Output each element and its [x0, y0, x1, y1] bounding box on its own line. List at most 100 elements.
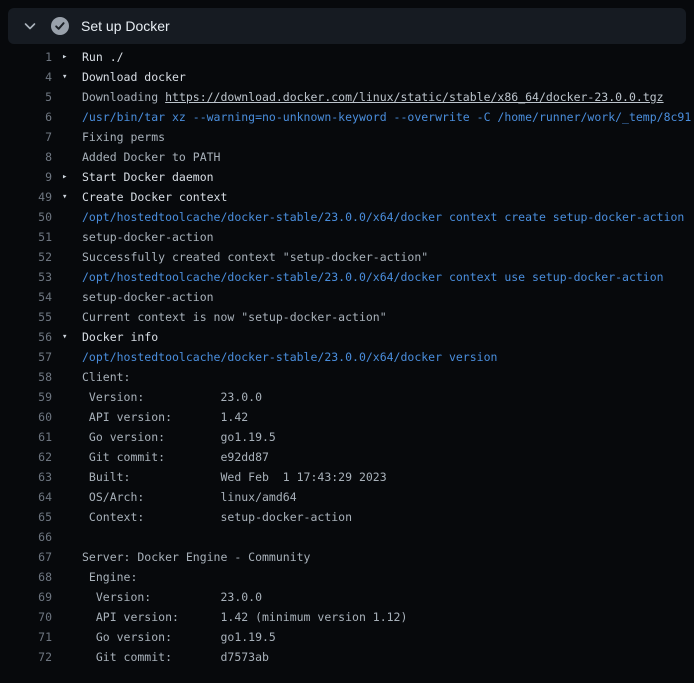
- chevron-right-icon[interactable]: ▸: [62, 167, 74, 187]
- download-url-link[interactable]: https://download.docker.com/linux/static…: [165, 90, 664, 104]
- log-line-text: Server: Docker Engine - Community: [82, 547, 310, 567]
- line-number[interactable]: 68: [0, 567, 52, 587]
- line-number[interactable]: 71: [0, 627, 52, 647]
- log-line-text: Engine:: [82, 567, 137, 587]
- log-line: 72 Git commit: d7573ab: [0, 647, 694, 667]
- log-line: 61 Go version: go1.19.5: [0, 427, 694, 447]
- log-line: 7 Fixing perms: [0, 127, 694, 147]
- check-circle-icon: [51, 17, 69, 35]
- line-number[interactable]: 56: [0, 327, 52, 347]
- line-number[interactable]: 50: [0, 207, 52, 227]
- log-line-text: Fixing perms: [82, 127, 165, 147]
- line-number[interactable]: 65: [0, 507, 52, 527]
- log-line: 68 Engine:: [0, 567, 694, 587]
- log-output: 1 ▸ Run ./ 4 ▾ Download docker 5 Downloa…: [0, 47, 694, 667]
- log-line-text: /opt/hostedtoolcache/docker-stable/23.0.…: [82, 347, 497, 367]
- line-number[interactable]: 58: [0, 367, 52, 387]
- line-number[interactable]: 69: [0, 587, 52, 607]
- log-line-text: Version: 23.0.0: [82, 587, 262, 607]
- log-line-text: OS/Arch: linux/amd64: [82, 487, 297, 507]
- line-number[interactable]: 54: [0, 287, 52, 307]
- log-line: 4 ▾ Download docker: [0, 67, 694, 87]
- line-number[interactable]: 6: [0, 107, 52, 127]
- log-line-text: Docker info: [82, 327, 158, 347]
- log-line: 63 Built: Wed Feb 1 17:43:29 2023: [0, 467, 694, 487]
- log-line-text: /usr/bin/tar xz --warning=no-unknown-key…: [82, 107, 691, 127]
- line-number[interactable]: 66: [0, 527, 52, 547]
- log-line-text: Built: Wed Feb 1 17:43:29 2023: [82, 467, 387, 487]
- log-line: 62 Git commit: e92dd87: [0, 447, 694, 467]
- log-line-text: Successfully created context "setup-dock…: [82, 247, 428, 267]
- line-number[interactable]: 70: [0, 607, 52, 627]
- chevron-down-icon[interactable]: [22, 18, 38, 34]
- line-number[interactable]: 4: [0, 67, 52, 87]
- log-line-text: Git commit: d7573ab: [82, 647, 269, 667]
- log-line: 50 /opt/hostedtoolcache/docker-stable/23…: [0, 207, 694, 227]
- line-number[interactable]: 8: [0, 147, 52, 167]
- chevron-down-icon[interactable]: ▾: [62, 187, 74, 207]
- line-number[interactable]: 5: [0, 87, 52, 107]
- line-number[interactable]: 49: [0, 187, 52, 207]
- log-line: 64 OS/Arch: linux/amd64: [0, 487, 694, 507]
- log-text: Downloading: [82, 90, 165, 104]
- log-line-text: Client:: [82, 367, 130, 387]
- log-line: 57 /opt/hostedtoolcache/docker-stable/23…: [0, 347, 694, 367]
- chevron-right-icon[interactable]: ▸: [62, 47, 74, 67]
- line-number[interactable]: 7: [0, 127, 52, 147]
- line-number[interactable]: 9: [0, 167, 52, 187]
- log-line-text: API version: 1.42: [82, 407, 248, 427]
- line-number[interactable]: 60: [0, 407, 52, 427]
- log-line: 58 Client:: [0, 367, 694, 387]
- log-line-text: API version: 1.42 (minimum version 1.12): [82, 607, 407, 627]
- log-line-text: Run ./: [82, 47, 124, 67]
- line-number[interactable]: 63: [0, 467, 52, 487]
- line-number[interactable]: 1: [0, 47, 52, 67]
- log-line: 69 Version: 23.0.0: [0, 587, 694, 607]
- step-title: Set up Docker: [81, 18, 170, 34]
- log-line-text: Download docker: [82, 67, 186, 87]
- line-number[interactable]: 52: [0, 247, 52, 267]
- line-number[interactable]: 62: [0, 447, 52, 467]
- log-line-text: setup-docker-action: [82, 287, 214, 307]
- log-line-text: Start Docker daemon: [82, 167, 214, 187]
- chevron-down-icon[interactable]: ▾: [62, 67, 74, 87]
- line-number[interactable]: 55: [0, 307, 52, 327]
- line-number[interactable]: 61: [0, 427, 52, 447]
- log-line: 70 API version: 1.42 (minimum version 1.…: [0, 607, 694, 627]
- log-line: 66: [0, 527, 694, 547]
- line-number[interactable]: 53: [0, 267, 52, 287]
- log-line: 49 ▾ Create Docker context: [0, 187, 694, 207]
- log-line: 53 /opt/hostedtoolcache/docker-stable/23…: [0, 267, 694, 287]
- log-line: 52 Successfully created context "setup-d…: [0, 247, 694, 267]
- log-line: 55 Current context is now "setup-docker-…: [0, 307, 694, 327]
- log-line-text: Go version: go1.19.5: [82, 427, 276, 447]
- line-number[interactable]: 51: [0, 227, 52, 247]
- log-line-text: /opt/hostedtoolcache/docker-stable/23.0.…: [82, 267, 664, 287]
- log-line: 59 Version: 23.0.0: [0, 387, 694, 407]
- log-line: 60 API version: 1.42: [0, 407, 694, 427]
- log-line-text: Go version: go1.19.5: [82, 627, 276, 647]
- log-line: 1 ▸ Run ./: [0, 47, 694, 67]
- log-line: 6 /usr/bin/tar xz --warning=no-unknown-k…: [0, 107, 694, 127]
- line-number[interactable]: 64: [0, 487, 52, 507]
- log-line-text: setup-docker-action: [82, 227, 214, 247]
- log-line-text: Version: 23.0.0: [82, 387, 262, 407]
- log-line: 67 Server: Docker Engine - Community: [0, 547, 694, 567]
- line-number[interactable]: 59: [0, 387, 52, 407]
- log-line-text: Added Docker to PATH: [82, 147, 220, 167]
- log-line: 65 Context: setup-docker-action: [0, 507, 694, 527]
- line-number[interactable]: 57: [0, 347, 52, 367]
- line-number[interactable]: 72: [0, 647, 52, 667]
- log-line-text: Context: setup-docker-action: [82, 507, 352, 527]
- log-line: 71 Go version: go1.19.5: [0, 627, 694, 647]
- log-line-text: Create Docker context: [82, 187, 227, 207]
- log-line: 54 setup-docker-action: [0, 287, 694, 307]
- step-header[interactable]: Set up Docker: [8, 8, 686, 44]
- line-number[interactable]: 67: [0, 547, 52, 567]
- log-line: 8 Added Docker to PATH: [0, 147, 694, 167]
- log-line-text: Downloading https://download.docker.com/…: [82, 87, 664, 107]
- log-line: 9 ▸ Start Docker daemon: [0, 167, 694, 187]
- log-line: 51 setup-docker-action: [0, 227, 694, 247]
- log-line-text: Git commit: e92dd87: [82, 447, 269, 467]
- chevron-down-icon[interactable]: ▾: [62, 327, 74, 347]
